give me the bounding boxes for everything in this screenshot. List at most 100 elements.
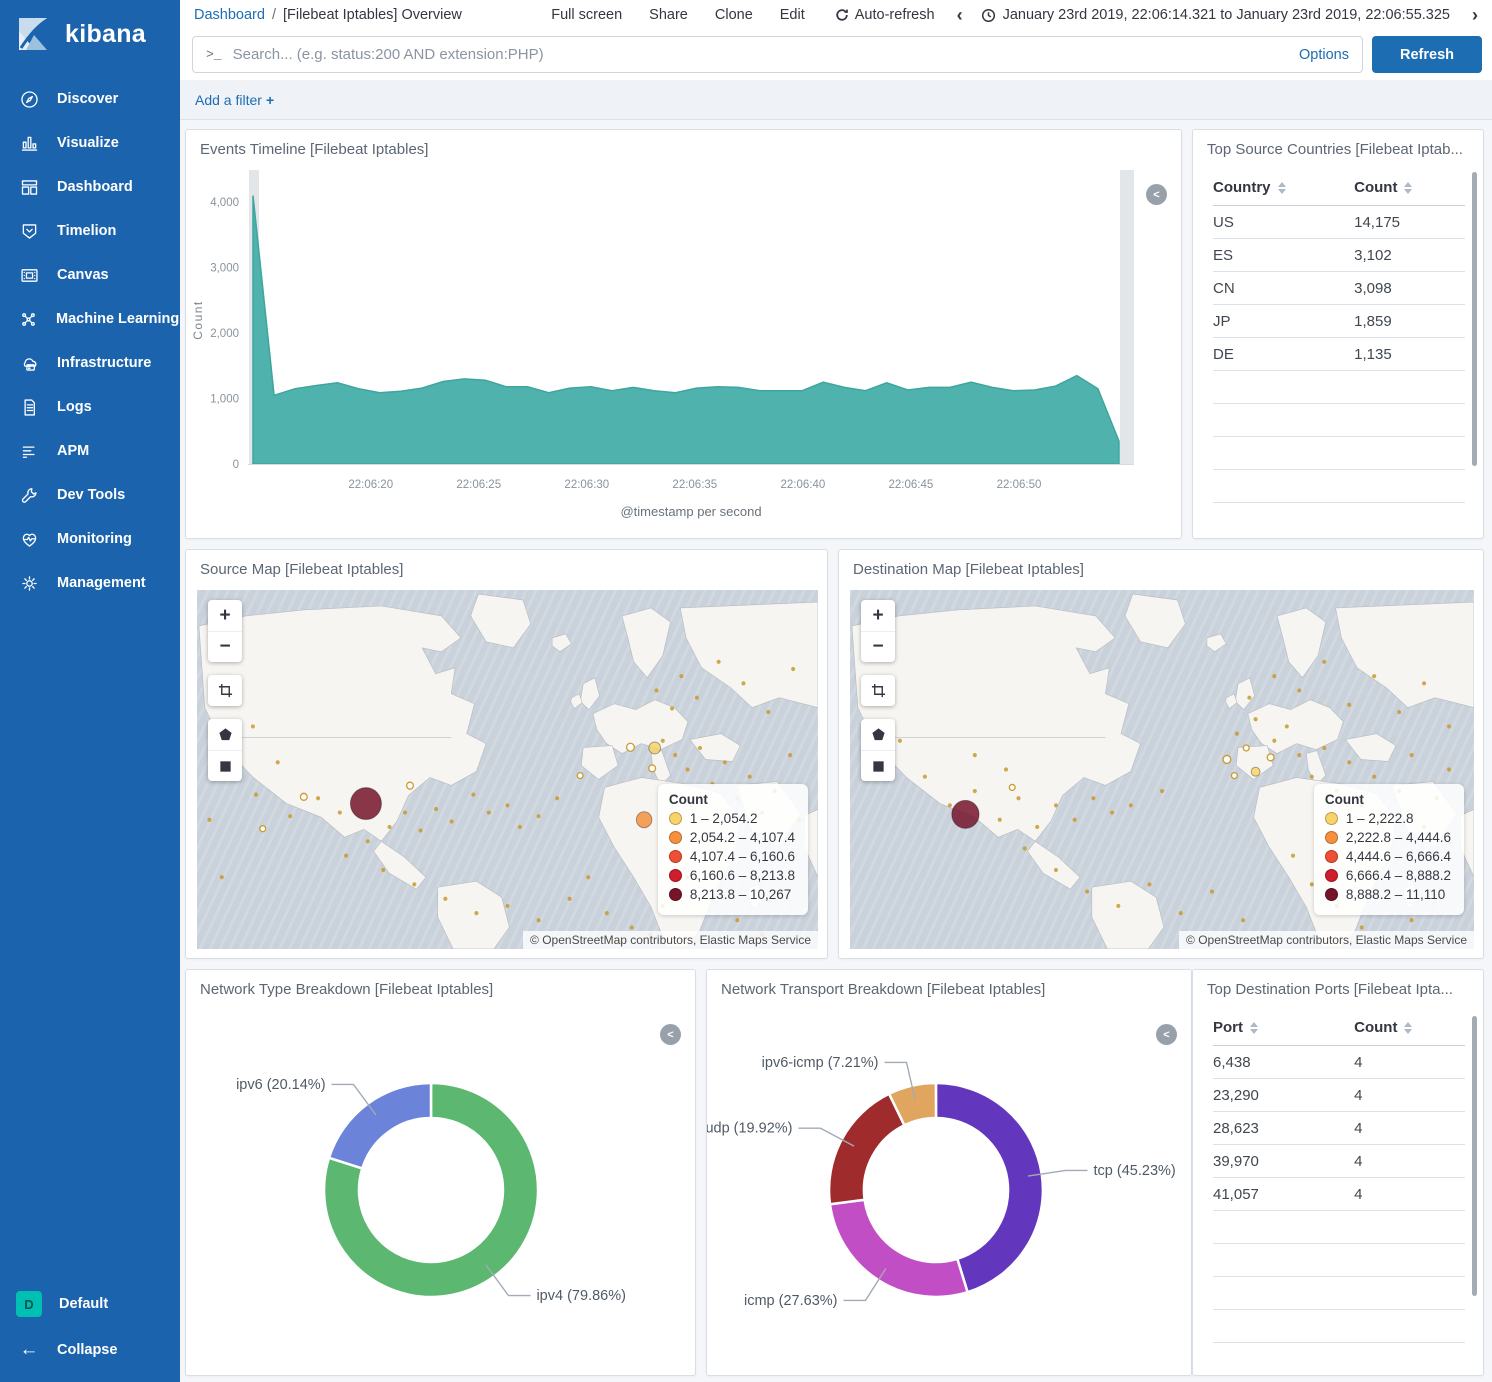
column-header-country[interactable]: Country [1213, 170, 1354, 206]
map-dot [1210, 889, 1214, 893]
pie-slice-ipv6[interactable] [329, 1083, 431, 1168]
map-dot [288, 814, 292, 818]
legend-item: 6,666.4 – 8,888.2 [1325, 868, 1451, 883]
panel-legend-toggle-icon[interactable]: < [1146, 184, 1167, 205]
sidebar-item-infrastructure[interactable]: Infrastructure [0, 341, 180, 385]
polygon-tool-button[interactable] [208, 719, 242, 750]
map-dot [1110, 810, 1114, 814]
pie-slice-udp[interactable] [829, 1094, 904, 1205]
sidebar-item-apm[interactable]: APM [0, 429, 180, 473]
svg-text:22:06:20: 22:06:20 [348, 479, 393, 491]
map-dot [1085, 889, 1089, 893]
zoom-in-button[interactable]: + [861, 600, 895, 631]
breadcrumb-dashboard-link[interactable]: Dashboard [194, 7, 265, 23]
map-ring-dot [1267, 754, 1274, 761]
search-box[interactable]: >_ Options [192, 36, 1363, 73]
table-cell: 23,290 [1213, 1079, 1354, 1112]
search-input[interactable] [233, 46, 1288, 63]
scrollbar[interactable] [1472, 1016, 1477, 1296]
kibana-logo[interactable]: kibana [0, 0, 180, 77]
table-row: US14,175 [1213, 206, 1465, 239]
crop-tool-button[interactable] [208, 675, 242, 706]
map-dot [1116, 904, 1120, 908]
map-dot [1054, 868, 1058, 872]
add-filter-link[interactable]: Add a filter+ [195, 92, 274, 108]
sidebar-bottom: D Default ← Collapse [0, 1280, 180, 1382]
map-dot [1023, 846, 1027, 850]
sidebar-item-visualize[interactable]: Visualize [0, 121, 180, 165]
panel-legend-toggle-icon[interactable]: < [660, 1024, 681, 1045]
map-ring-dot [1009, 784, 1015, 790]
map-dot [1254, 717, 1258, 721]
legend-item: 2,054.2 – 4,107.4 [669, 830, 795, 845]
map-dot [748, 775, 752, 779]
map-dot [1073, 818, 1077, 822]
rect-tool-button[interactable] [861, 750, 895, 781]
map-ring-dot [1231, 773, 1237, 779]
column-header-count[interactable]: Count [1354, 1010, 1465, 1046]
pie-slice-icmp[interactable] [830, 1200, 968, 1297]
destination-map-canvas[interactable]: + − Count 1 – 2,222.82,222.8 – [850, 590, 1474, 949]
map-dot [1347, 703, 1351, 707]
sidebar-item-machine-learning[interactable]: Machine Learning [0, 297, 180, 341]
area-series[interactable] [253, 196, 1119, 464]
map-dot [1447, 767, 1451, 771]
edit-button[interactable]: Edit [780, 7, 805, 23]
map-dot [412, 882, 416, 886]
share-button[interactable]: Share [649, 7, 688, 23]
map-controls: + − [208, 600, 242, 781]
sidebar-item-logs[interactable]: Logs [0, 385, 180, 429]
clone-button[interactable]: Clone [715, 7, 753, 23]
map-dot [251, 724, 255, 728]
full-screen-button[interactable]: Full screen [551, 7, 622, 23]
sidebar-item-label: APM [57, 443, 89, 459]
map-dot [443, 897, 447, 901]
sidebar-item-dashboard[interactable]: Dashboard [0, 165, 180, 209]
refresh-button[interactable]: Refresh [1372, 36, 1482, 73]
sidebar: kibana DiscoverVisualizeDashboard Timelio… [0, 0, 180, 1382]
sidebar-item-management[interactable]: Management [0, 561, 180, 605]
zoom-out-button[interactable]: − [208, 631, 242, 662]
polygon-tool-button[interactable] [861, 719, 895, 750]
zoom-in-button[interactable]: + [208, 600, 242, 631]
auto-refresh-button[interactable]: Auto-refresh [835, 7, 935, 23]
sort-icon [1404, 1022, 1412, 1034]
panel-legend-toggle-icon[interactable]: < [1156, 1024, 1177, 1045]
time-range-picker[interactable]: January 23rd 2019, 22:06:14.321 to Janua… [981, 7, 1450, 23]
sidebar-item-timelion[interactable]: Timelion [0, 209, 180, 253]
table-cell: 4 [1354, 1079, 1465, 1112]
management-icon [18, 572, 40, 594]
table-cell: 39,970 [1213, 1145, 1354, 1178]
legend-color-dot [669, 831, 682, 844]
legend-item: 4,107.4 – 6,160.6 [669, 849, 795, 864]
space-badge: D [16, 1291, 42, 1317]
breadcrumb-current: [Filebeat Iptables] Overview [283, 7, 462, 23]
source-map-canvas[interactable]: + − Count 1 – 2,054.22,054.2 – [197, 590, 818, 949]
column-header-port[interactable]: Port [1213, 1010, 1354, 1046]
map-dot [344, 854, 348, 858]
map-dot [679, 674, 683, 678]
crop-tool-button[interactable] [861, 675, 895, 706]
rect-tool-button[interactable] [208, 750, 242, 781]
map-dot [898, 739, 902, 743]
table-row: DE1,135 [1213, 338, 1465, 371]
sidebar-item-dev-tools[interactable]: Dev Tools [0, 473, 180, 517]
time-back-button[interactable]: ‹ [957, 6, 963, 24]
sidebar-item-label: Timelion [57, 223, 116, 239]
sidebar-item-monitoring[interactable]: Monitoring [0, 517, 180, 561]
sidebar-item-default-space[interactable]: D Default [0, 1280, 180, 1328]
options-link[interactable]: Options [1299, 47, 1349, 63]
time-forward-button[interactable]: › [1472, 6, 1478, 24]
map-dot [1397, 710, 1401, 714]
column-header-count[interactable]: Count [1354, 170, 1465, 206]
sidebar-item-discover[interactable]: Discover [0, 77, 180, 121]
pie-slice-label: ipv6 (20.14%) [236, 1077, 325, 1093]
sidebar-item-collapse[interactable]: ← Collapse [0, 1328, 180, 1372]
sidebar-item-label: Logs [57, 399, 92, 415]
zoom-out-button[interactable]: − [861, 631, 895, 662]
map-dot [450, 819, 454, 823]
map-dot [1016, 796, 1020, 800]
scrollbar[interactable] [1472, 172, 1477, 466]
sidebar-item-canvas[interactable]: Canvas [0, 253, 180, 297]
events-timeline-chart[interactable]: 01,0002,0003,0004,00022:06:2022:06:2522:… [186, 162, 1171, 530]
